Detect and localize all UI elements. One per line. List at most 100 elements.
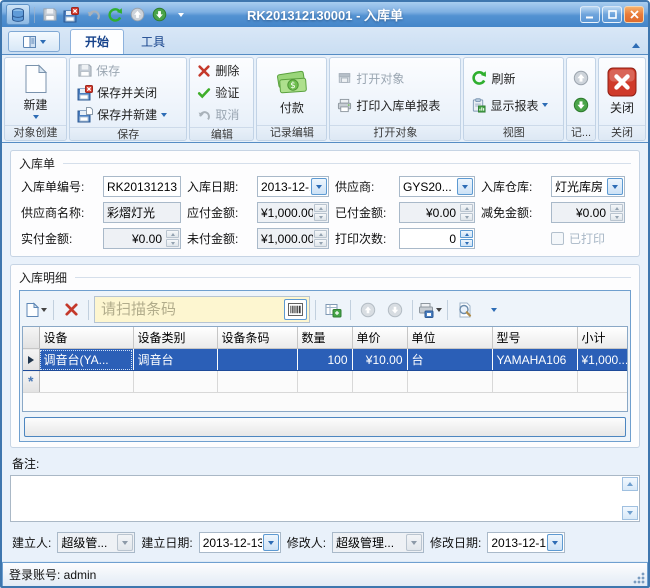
barcode-scan-box[interactable] — [94, 296, 310, 323]
move-up-icon — [356, 298, 380, 322]
group-label: 记录编辑 — [257, 125, 326, 140]
ribbon-group-view: 刷新 显示报表 视图 — [463, 57, 564, 141]
divider — [63, 163, 631, 164]
details-control: 设备 设备类别 设备条码 数量 单价 单位 型号 小计 调音台(YA... — [19, 290, 631, 442]
printed-checkbox: 已打印 — [551, 230, 625, 247]
paid-amount-field: ¥0.00 — [399, 202, 475, 223]
save-and-close-button[interactable]: 保存并关闭 — [73, 82, 183, 103]
spinner[interactable] — [460, 230, 473, 247]
maximize-button[interactable] — [602, 6, 622, 23]
save-close-icon — [77, 85, 93, 101]
show-report-button[interactable]: 显示报表 — [467, 95, 560, 116]
panel-title: 入库单 — [19, 155, 55, 172]
order-no-input[interactable] — [104, 177, 180, 196]
next-record-icon[interactable] — [149, 5, 169, 25]
field-label: 建立人: — [12, 534, 51, 551]
refresh-button[interactable]: 刷新 — [467, 68, 560, 89]
field-label: 修改日期: — [430, 534, 481, 551]
row-indicator-icon — [23, 349, 39, 371]
app-menu-button[interactable] — [8, 31, 60, 52]
add-row-button[interactable] — [24, 298, 48, 322]
chevron-down-icon[interactable] — [547, 534, 563, 551]
cell-category[interactable]: 调音台 — [133, 349, 217, 371]
chevron-down-icon — [436, 308, 442, 312]
close-form-button[interactable]: 关闭 — [601, 60, 643, 123]
chevron-down-icon[interactable] — [263, 534, 279, 551]
group-label: 关闭 — [599, 125, 645, 140]
column-header[interactable]: 设备 — [39, 327, 133, 349]
print-count-field[interactable]: 0 — [399, 228, 475, 249]
resize-grip[interactable] — [633, 572, 645, 584]
warehouse-combo[interactable]: 灯光库房 — [551, 176, 625, 197]
column-header[interactable]: 单位 — [407, 327, 492, 349]
cell-barcode[interactable] — [217, 349, 297, 371]
cell-unit-price[interactable]: ¥10.00 — [352, 349, 407, 371]
divider — [53, 300, 54, 320]
order-no-field[interactable] — [103, 176, 181, 197]
modified-date-field[interactable]: 2013-12-13 — [487, 532, 565, 553]
delete-row-button[interactable] — [59, 298, 83, 322]
save-close-icon[interactable] — [61, 5, 81, 25]
created-date-field[interactable]: 2013-12-13 — [199, 532, 281, 553]
grid-row-selected[interactable]: 调音台(YA... 调音台 100 ¥10.00 台 YAMAHA106 ¥1,… — [23, 349, 628, 371]
order-date-field[interactable]: 2013-12-13 — [257, 176, 329, 197]
print-report-button[interactable]: 打印入库单报表 — [333, 95, 457, 116]
refresh-icon — [471, 70, 487, 86]
redo-icon[interactable] — [105, 5, 125, 25]
delete-button[interactable]: 删除 — [193, 60, 250, 81]
divider — [88, 300, 89, 320]
spinner — [460, 204, 473, 221]
payment-button[interactable]: $ 付款 — [269, 60, 315, 123]
divider — [412, 300, 413, 320]
validate-button[interactable]: 验证 — [193, 82, 250, 103]
chevron-down-icon[interactable] — [457, 178, 473, 195]
minimize-button[interactable] — [580, 6, 600, 23]
new-document-icon — [23, 64, 49, 94]
divider — [75, 277, 631, 278]
cell-subtotal[interactable]: ¥1,000... — [577, 349, 628, 371]
printer-icon — [337, 98, 352, 113]
cell-unit[interactable]: 台 — [407, 349, 492, 371]
next-record-icon[interactable] — [570, 94, 592, 116]
panel-title-row: 入库明细 — [19, 268, 631, 286]
field-label: 入库日期: — [187, 178, 251, 195]
grid-new-row[interactable]: * — [23, 371, 628, 393]
supplier-combo[interactable]: GYS20... — [399, 176, 475, 197]
column-header[interactable]: 小计 — [577, 327, 628, 349]
tab-start[interactable]: 开始 — [70, 29, 124, 54]
scroll-up-icon[interactable] — [622, 477, 638, 491]
toolbar-overflow-icon[interactable] — [482, 298, 506, 322]
column-header[interactable]: 型号 — [492, 327, 577, 349]
quick-access-toolbar — [6, 4, 191, 25]
app-database-icon[interactable] — [6, 4, 30, 25]
column-header[interactable]: 数量 — [297, 327, 352, 349]
ribbon-group-object-create: 新建 对象创建 — [4, 57, 67, 141]
qat-customize-icon[interactable] — [171, 5, 191, 25]
column-header[interactable]: 设备类别 — [133, 327, 217, 349]
chevron-down-icon[interactable] — [607, 178, 623, 195]
preview-button[interactable] — [453, 298, 477, 322]
ribbon-group-record-edit: $ 付款 记录编辑 — [256, 57, 327, 141]
titlebar[interactable]: RK201312130001 - 入库单 — [2, 2, 648, 27]
new-button[interactable]: 新建 — [17, 60, 55, 123]
chevron-down-icon[interactable] — [311, 178, 327, 195]
close-button[interactable] — [624, 6, 644, 23]
cell-quantity[interactable]: 100 — [297, 349, 352, 371]
open-object-button: 打开对象 — [333, 68, 457, 89]
barcode-icon[interactable] — [284, 299, 307, 320]
column-header[interactable]: 单价 — [352, 327, 407, 349]
print-grid-button[interactable] — [418, 298, 442, 322]
cancel-button: 取消 — [193, 104, 250, 125]
column-header[interactable]: 设备条码 — [217, 327, 297, 349]
tab-tools[interactable]: 工具 — [126, 29, 180, 54]
ribbon-collapse-icon[interactable] — [632, 35, 640, 53]
checkbox-icon — [551, 232, 564, 245]
remarks-textarea[interactable] — [11, 476, 639, 521]
undo-icon — [197, 108, 211, 122]
details-grid: 设备 设备类别 设备条码 数量 单价 单位 型号 小计 调音台(YA... — [22, 326, 628, 412]
save-and-new-button[interactable]: 保存并新建 — [73, 104, 183, 125]
scroll-down-icon[interactable] — [622, 506, 638, 520]
ribbon-group-edit: 删除 验证 取消 编辑 — [189, 57, 254, 141]
cell-model[interactable]: YAMAHA106 — [492, 349, 577, 371]
cell-device[interactable]: 调音台(YA... — [39, 349, 133, 371]
